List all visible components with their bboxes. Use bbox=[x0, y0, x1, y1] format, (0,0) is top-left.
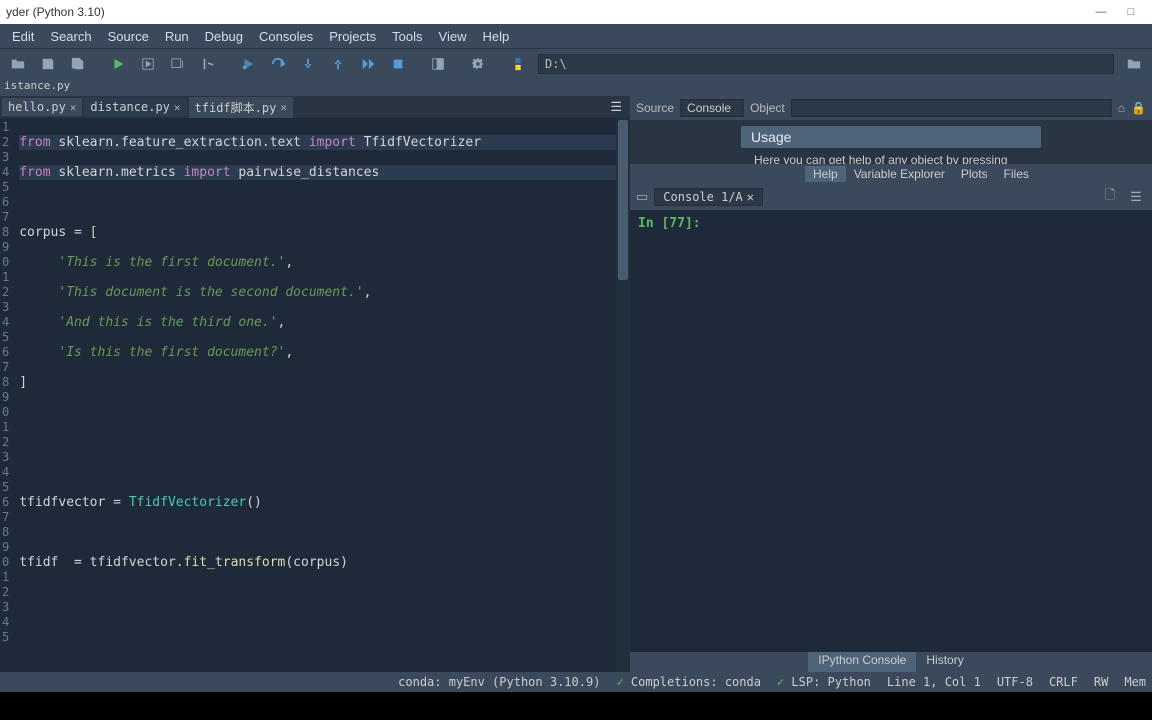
tab-label: hello.py bbox=[8, 100, 66, 114]
object-input[interactable] bbox=[791, 99, 1112, 117]
status-cursor[interactable]: Line 1, Col 1 bbox=[887, 675, 981, 689]
help-text: Here you can get help of any object by p… bbox=[630, 153, 1008, 164]
working-directory-input[interactable]: D:\ bbox=[538, 54, 1114, 74]
code-editor[interactable]: 12345678901234567890123456789012345 from… bbox=[0, 118, 630, 672]
minimize-button[interactable]: — bbox=[1086, 6, 1116, 18]
menu-consoles[interactable]: Consoles bbox=[251, 27, 321, 46]
tab-history[interactable]: History bbox=[916, 652, 973, 672]
run-file-icon[interactable] bbox=[104, 52, 132, 76]
titlebar: yder (Python 3.10) — □ bbox=[0, 0, 1152, 24]
status-completions[interactable]: Completions: conda bbox=[631, 675, 761, 689]
menubar: Edit Search Source Run Debug Consoles Pr… bbox=[0, 24, 1152, 48]
scrollbar-thumb[interactable] bbox=[618, 120, 628, 280]
check-icon: ✓ bbox=[616, 675, 623, 689]
save-icon[interactable] bbox=[34, 52, 62, 76]
window-title: yder (Python 3.10) bbox=[6, 5, 105, 19]
tab-help[interactable]: Help bbox=[805, 166, 846, 182]
status-conda[interactable]: conda: myEnv (Python 3.10.9) bbox=[398, 675, 600, 689]
tab-label: distance.py bbox=[90, 100, 169, 114]
stop-debug-icon[interactable] bbox=[384, 52, 412, 76]
menu-source[interactable]: Source bbox=[100, 27, 157, 46]
file-breadcrumb: istance.py bbox=[0, 78, 1152, 96]
object-label: Object bbox=[750, 101, 785, 115]
continue-icon[interactable] bbox=[354, 52, 382, 76]
source-dropdown[interactable]: Console bbox=[680, 99, 744, 117]
step-into-icon[interactable] bbox=[294, 52, 322, 76]
home-icon[interactable]: ⌂ bbox=[1118, 101, 1125, 115]
file-tab-distance[interactable]: distance.py ✕ bbox=[84, 98, 186, 116]
editor-tab-strip: hello.py ✕ distance.py ✕ tfidf脚本.py ✕ ☰ bbox=[0, 96, 630, 118]
status-mem[interactable]: Mem bbox=[1124, 675, 1146, 689]
menu-help[interactable]: Help bbox=[474, 27, 517, 46]
tab-files[interactable]: Files bbox=[996, 166, 1037, 182]
source-label: Source bbox=[636, 101, 674, 115]
status-encoding[interactable]: UTF-8 bbox=[997, 675, 1033, 689]
close-icon[interactable]: ✕ bbox=[174, 101, 181, 114]
right-pane: Source Console Object ⌂ 🔒 Usage Here you… bbox=[630, 96, 1152, 672]
usage-heading: Usage bbox=[741, 126, 1041, 148]
console-area: ▭ Console 1/A ✕ 🗋 ☰ In [77]: IPython Con… bbox=[630, 184, 1152, 672]
help-header: Source Console Object ⌂ 🔒 bbox=[630, 96, 1152, 120]
lock-icon[interactable]: 🔒 bbox=[1131, 101, 1146, 115]
console-bottom-tabs: IPython Console History bbox=[630, 652, 1152, 672]
file-tab-tfidf[interactable]: tfidf脚本.py ✕ bbox=[189, 97, 293, 118]
menu-view[interactable]: View bbox=[431, 27, 475, 46]
tab-plots[interactable]: Plots bbox=[953, 166, 996, 182]
close-icon[interactable]: ✕ bbox=[747, 190, 754, 204]
console-tab-label: Console 1/A bbox=[663, 190, 742, 204]
menu-debug[interactable]: Debug bbox=[197, 27, 251, 46]
code-content[interactable]: from sklearn.feature_extraction.text imp… bbox=[15, 118, 630, 672]
help-pane-tabs: Help Variable Explorer Plots Files bbox=[630, 164, 1152, 184]
step-out-icon[interactable] bbox=[324, 52, 352, 76]
maximize-pane-icon[interactable] bbox=[424, 52, 452, 76]
maximize-button[interactable]: □ bbox=[1116, 6, 1146, 18]
browse-directory-icon[interactable] bbox=[1120, 52, 1148, 76]
step-over-icon[interactable] bbox=[264, 52, 292, 76]
editor-scrollbar[interactable] bbox=[616, 118, 630, 672]
console-options-icon[interactable]: ☰ bbox=[1126, 189, 1146, 205]
status-rw[interactable]: RW bbox=[1094, 675, 1108, 689]
tab-ipython-console[interactable]: IPython Console bbox=[808, 652, 916, 672]
debug-file-icon[interactable] bbox=[234, 52, 262, 76]
tab-variable-explorer[interactable]: Variable Explorer bbox=[846, 166, 953, 182]
status-lsp[interactable]: LSP: Python bbox=[791, 675, 870, 689]
line-number-gutter: 12345678901234567890123456789012345 bbox=[0, 118, 15, 672]
run-cell-icon[interactable] bbox=[134, 52, 162, 76]
remove-icon[interactable]: 🗋 bbox=[1100, 186, 1120, 208]
editor-options-icon[interactable]: ☰ bbox=[610, 99, 630, 115]
check-icon: ✓ bbox=[777, 675, 784, 689]
status-eol[interactable]: CRLF bbox=[1049, 675, 1078, 689]
browse-kernel-icon[interactable]: ▭ bbox=[636, 189, 648, 205]
tab-label: tfidf脚本.py bbox=[195, 99, 277, 116]
file-tab-hello[interactable]: hello.py ✕ bbox=[2, 98, 82, 116]
statusbar: conda: myEnv (Python 3.10.9) ✓ Completio… bbox=[0, 672, 1152, 692]
python-path-icon[interactable] bbox=[504, 52, 532, 76]
editor-pane: hello.py ✕ distance.py ✕ tfidf脚本.py ✕ ☰ … bbox=[0, 96, 630, 672]
run-selection-icon[interactable] bbox=[194, 52, 222, 76]
preferences-icon[interactable] bbox=[464, 52, 492, 76]
toolbar: D:\ bbox=[0, 48, 1152, 78]
menu-search[interactable]: Search bbox=[42, 27, 99, 46]
menu-edit[interactable]: Edit bbox=[4, 27, 42, 46]
open-folder-icon[interactable] bbox=[4, 52, 32, 76]
help-body: Usage Here you can get help of any objec… bbox=[630, 120, 1152, 164]
menu-run[interactable]: Run bbox=[157, 27, 197, 46]
close-icon[interactable]: ✕ bbox=[70, 101, 77, 114]
close-icon[interactable]: ✕ bbox=[280, 101, 287, 114]
run-cell-advance-icon[interactable] bbox=[164, 52, 192, 76]
console-body[interactable]: In [77]: bbox=[630, 210, 1152, 652]
save-all-icon[interactable] bbox=[64, 52, 92, 76]
console-tabstrip: ▭ Console 1/A ✕ 🗋 ☰ bbox=[630, 184, 1152, 210]
menu-projects[interactable]: Projects bbox=[321, 27, 384, 46]
console-prompt: In [77]: bbox=[638, 216, 701, 231]
menu-tools[interactable]: Tools bbox=[384, 27, 430, 46]
console-tab[interactable]: Console 1/A ✕ bbox=[654, 188, 763, 206]
